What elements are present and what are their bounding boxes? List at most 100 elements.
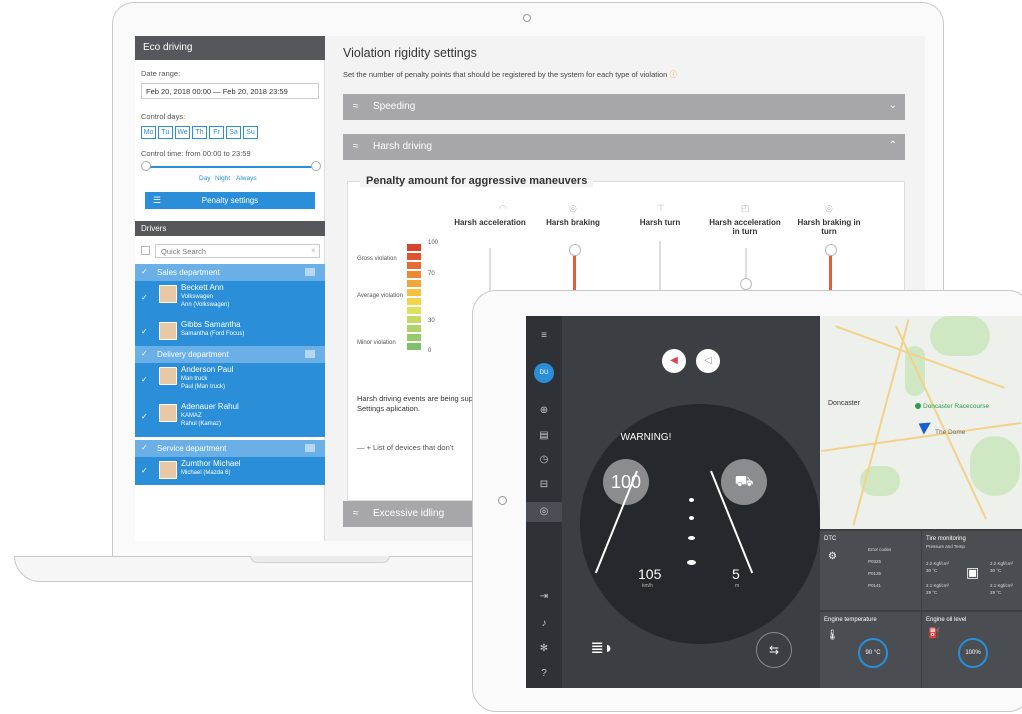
menu-icon[interactable]: ≡ bbox=[538, 330, 550, 342]
driver-name: Gibbs Samantha bbox=[181, 320, 241, 329]
slider-thumb[interactable] bbox=[569, 244, 581, 256]
map-label-town: Doncaster bbox=[828, 400, 860, 407]
thermometer-icon: 🌡 bbox=[826, 630, 839, 641]
date-range-input[interactable]: Feb 20, 2018 00:00 — Feb 20, 2018 23:59 bbox=[141, 83, 319, 99]
chevron-up-icon[interactable]: ⌃ bbox=[889, 140, 897, 151]
department-row[interactable]: ✓ Sales department bbox=[135, 264, 325, 281]
sound-off-icon[interactable]: ◁ bbox=[696, 349, 720, 373]
globe-icon[interactable]: ⊕ bbox=[538, 405, 550, 417]
speeding-icon: ≈ bbox=[353, 101, 359, 112]
driver-vehicle: KAMAZ bbox=[181, 413, 202, 419]
driver-row[interactable]: ✓ Zumthor Michael Michael (Mazda 6) bbox=[135, 457, 325, 485]
collapse-icon[interactable] bbox=[305, 350, 315, 358]
sound-on-icon[interactable]: ◀ bbox=[662, 349, 686, 373]
col-braking-in-turn: Harsh braking in turn bbox=[797, 218, 861, 236]
tablet-camera bbox=[498, 496, 507, 505]
gear-icon[interactable]: ✻ bbox=[538, 643, 550, 655]
tire-pressure-rl: 2.1 Kgf/cm² bbox=[926, 583, 950, 588]
clock-icon[interactable]: ◷ bbox=[538, 454, 550, 466]
speeding-section-header[interactable]: ≈ Speeding ⌄ bbox=[343, 94, 905, 120]
quick-search-input[interactable]: Quick Search bbox=[155, 244, 320, 258]
time-slider-track[interactable] bbox=[145, 166, 315, 168]
check-icon[interactable]: ✓ bbox=[141, 349, 148, 358]
department-row[interactable]: ✓ Service department bbox=[135, 440, 325, 457]
lane-change-icon[interactable]: ⇆ bbox=[756, 632, 792, 668]
day-we[interactable]: We bbox=[175, 126, 190, 139]
time-mode-day[interactable]: Day bbox=[199, 175, 211, 182]
day-mo[interactable]: Mo bbox=[141, 126, 156, 139]
time-mode-night[interactable]: Night bbox=[215, 175, 230, 182]
scale-bar bbox=[407, 325, 421, 332]
help-icon[interactable]: ? bbox=[538, 668, 550, 680]
day-su[interactable]: Su bbox=[243, 126, 258, 139]
clear-search-icon[interactable]: × bbox=[311, 246, 316, 255]
check-icon[interactable]: ✓ bbox=[141, 412, 148, 421]
check-icon[interactable]: ✓ bbox=[141, 443, 148, 452]
time-mode-always[interactable]: Always bbox=[236, 175, 257, 182]
slider-thumb[interactable] bbox=[740, 278, 752, 290]
check-icon[interactable]: ✓ bbox=[141, 466, 148, 475]
distance-unit: m bbox=[735, 583, 740, 589]
scale-bar bbox=[407, 334, 421, 341]
bell-icon[interactable]: ♪ bbox=[538, 618, 550, 630]
vehicle-arrow-icon bbox=[915, 417, 931, 435]
devices-list-toggle[interactable]: — + List of devices that don't bbox=[357, 443, 453, 452]
day-tu[interactable]: Tu bbox=[158, 126, 173, 139]
collapse-icon[interactable] bbox=[305, 444, 315, 452]
dtc-panel: DTC ⚙ Error codes P0325 P0135 P0141 bbox=[820, 531, 921, 610]
driver-unit: Paul (Man truck) bbox=[181, 384, 226, 390]
day-sa[interactable]: Sa bbox=[226, 126, 241, 139]
location-pin-icon bbox=[915, 403, 921, 409]
engine-icon: ⚙ bbox=[828, 551, 837, 562]
steering-icon[interactable]: ◎ bbox=[538, 506, 550, 518]
scale-value-30: 30 bbox=[428, 318, 435, 324]
user-avatar[interactable]: DU bbox=[534, 363, 554, 383]
driver-avatar bbox=[159, 285, 177, 303]
oil-level-panel: Engine oil level ⛽ 100% bbox=[922, 612, 1022, 688]
driver-name: Anderson Paul bbox=[181, 365, 234, 374]
warning-label: WARNING! bbox=[620, 432, 672, 443]
time-slider-start-knob[interactable] bbox=[141, 161, 151, 171]
penalty-settings-button[interactable]: ☰ Penalty settings bbox=[145, 192, 315, 209]
check-icon[interactable]: ✓ bbox=[141, 293, 148, 302]
driver-row[interactable]: ✓ Gibbs Samantha Samantha (Ford Focus) bbox=[135, 318, 325, 346]
driver-row[interactable]: ✓ Adenauer Rahul KAMAZ Rahul (Kamaz) bbox=[135, 400, 325, 437]
car-icon[interactable]: ⊟ bbox=[538, 479, 550, 491]
eco-driving-panel: Eco driving Date range: Feb 20, 2018 00:… bbox=[135, 36, 325, 541]
scale-bar bbox=[407, 343, 421, 350]
scale-bar bbox=[407, 307, 421, 314]
day-fr[interactable]: Fr bbox=[209, 126, 224, 139]
tire-pressure-rr: 2.1 Kgf/cm² bbox=[990, 583, 1014, 588]
logout-icon[interactable]: ⇥ bbox=[538, 591, 550, 603]
time-slider-end-knob[interactable] bbox=[311, 161, 321, 171]
headlights-icon[interactable]: ≣◗ bbox=[584, 632, 620, 668]
scale-bar bbox=[407, 289, 421, 296]
laptop-camera bbox=[523, 14, 531, 22]
scale-bar bbox=[407, 280, 421, 287]
help-icon[interactable]: ⓘ bbox=[669, 70, 677, 79]
chevron-down-icon[interactable]: ⌄ bbox=[889, 100, 897, 111]
map-view[interactable]: Doncaster Doncaster Racecourse The Dome bbox=[820, 316, 1022, 529]
harsh-driving-section-header[interactable]: ≈ Harsh driving ⌃ bbox=[343, 134, 905, 160]
check-icon[interactable]: ✓ bbox=[141, 375, 148, 384]
driver-row[interactable]: ✓ Anderson Paul Man truck Paul (Man truc… bbox=[135, 363, 325, 400]
select-all-checkbox[interactable] bbox=[141, 246, 150, 255]
tire-subtitle: Pressure and Temp bbox=[926, 544, 965, 549]
penalty-settings-label: Penalty settings bbox=[201, 196, 259, 205]
day-th[interactable]: Th bbox=[192, 126, 207, 139]
department-row[interactable]: ✓ Delivery department bbox=[135, 346, 325, 363]
check-icon[interactable]: ✓ bbox=[141, 327, 148, 336]
scale-bar bbox=[407, 316, 421, 323]
driver-row[interactable]: ✓ Beckett Ann Volkswagen Ann (Volkswagen… bbox=[135, 281, 325, 318]
check-icon[interactable]: ✓ bbox=[141, 267, 148, 276]
slider-thumb[interactable] bbox=[825, 244, 837, 256]
oil-can-icon: ⛽ bbox=[928, 628, 941, 639]
scale-bar bbox=[407, 244, 421, 251]
driver-unit: Ann (Volkswagen) bbox=[181, 302, 230, 308]
penalty-title: Penalty amount for aggressive maneuvers bbox=[360, 175, 594, 187]
error-code: P0141 bbox=[868, 583, 882, 588]
driver-avatar bbox=[159, 322, 177, 340]
map-label-dome: The Dome bbox=[935, 429, 966, 436]
collapse-icon[interactable] bbox=[305, 268, 315, 276]
tablet-sidebar: ≡ DU ⊕ ▤ ◷ ⊟ ◎ ⇥ ♪ ✻ ? bbox=[526, 316, 562, 688]
